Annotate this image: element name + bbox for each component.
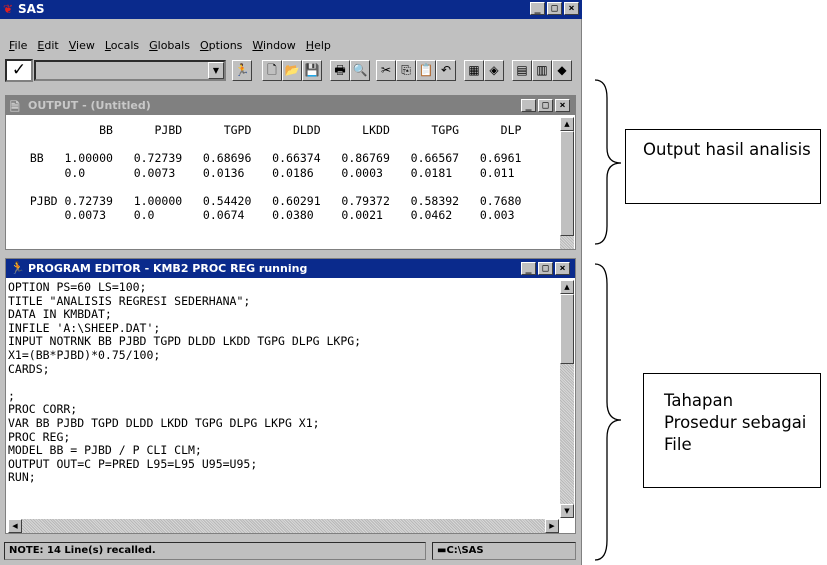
output-window-controls: _ □ × <box>521 99 570 112</box>
toolbar: ✓ ▼ 🏃 🗋 📂 💾 🖶 🔍 ✂ ⎘ 📋 ↶ ▦ ◈ ▤ ▥ ◆ <box>0 56 582 86</box>
code-line[interactable]: X1=(BB*PJBD)*0.75/100; <box>8 348 361 363</box>
code-line[interactable]: PROC REG; <box>8 430 361 445</box>
code-line[interactable]: TITLE "ANALISIS REGRESI SEDERHANA"; <box>8 294 361 309</box>
output-title-bar: 🗎 OUTPUT - (Untitled) _ □ × <box>6 96 575 115</box>
code-line[interactable]: MODEL BB = PJBD / P CLI CLM; <box>8 444 361 458</box>
log-icon[interactable]: ▤ <box>512 60 532 81</box>
output-window: 🗎 OUTPUT - (Untitled) _ □ × BB PJBD TGPD… <box>5 95 576 250</box>
status-message: NOTE: 14 Line(s) recalled. <box>4 542 426 560</box>
sas-logo-icon: ❦ <box>3 2 14 16</box>
code-line[interactable]: ; <box>8 389 361 404</box>
code-line[interactable]: INFILE 'A:\SHEEP.DAT'; <box>8 321 361 336</box>
window-controls: _ □ × <box>530 2 579 15</box>
editor-brace <box>594 263 622 561</box>
libraries-icon[interactable]: ◈ <box>484 60 504 81</box>
title-bar: ❦ SAS _ □ × <box>0 0 582 19</box>
code-line[interactable]: VAR BB PJBD TGPD DLDD LKDD TGPG DLPG LKP… <box>8 416 361 431</box>
menu-globals[interactable]: Globals <box>144 37 195 55</box>
editor-scroll-thumb[interactable] <box>560 294 574 364</box>
output-title: OUTPUT - (Untitled) <box>28 99 151 112</box>
app-title: SAS <box>18 2 45 16</box>
document-icon: 🗎 <box>10 100 20 114</box>
output-maximize-button[interactable]: □ <box>538 99 553 112</box>
status-bar: NOTE: 14 Line(s) recalled. ▬C:\SAS <box>0 540 582 562</box>
cut-icon[interactable]: ✂ <box>376 60 396 81</box>
code-line[interactable]: INPUT NOTRNK BB PJBD TGPD DLDD LKDD TGPG… <box>8 335 361 349</box>
editor-vertical-scrollbar[interactable]: ▲ ▼ <box>560 280 574 518</box>
status-path: ▬C:\SAS <box>432 542 576 560</box>
menu-options[interactable]: Options <box>195 37 247 55</box>
code-line[interactable]: OUTPUT OUT=C P=PRED L95=L95 U95=U95; <box>8 457 361 472</box>
sas-explorer-icon[interactable]: ▦ <box>464 60 484 81</box>
print-preview-icon[interactable]: 🔍 <box>350 60 370 81</box>
run-icon[interactable]: 🏃 <box>232 60 252 81</box>
close-button[interactable]: × <box>564 2 579 15</box>
minimize-button[interactable]: _ <box>530 2 545 15</box>
editor-title-bar: 🏃 PROGRAM EDITOR - KMB2 PROC REG running… <box>6 259 575 278</box>
paste-icon[interactable]: 📋 <box>416 60 436 81</box>
scroll-up-icon[interactable]: ▲ <box>560 117 574 131</box>
editor-title: PROGRAM EDITOR - KMB2 PROC REG running <box>28 262 308 275</box>
menu-edit[interactable]: Edit <box>32 37 63 55</box>
annotation-editor: Tahapan Prosedur sebagai File <box>643 373 821 488</box>
maximize-button[interactable]: □ <box>547 2 562 15</box>
undo-icon[interactable]: ↶ <box>436 60 456 81</box>
menu-bar: File Edit View Locals Globals Options Wi… <box>0 37 582 55</box>
program-code[interactable]: OPTION PS=60 LS=100; TITLE "ANALISIS REGR… <box>8 280 361 485</box>
program-editor-window: 🏃 PROGRAM EDITOR - KMB2 PROC REG running… <box>5 258 576 534</box>
copy-icon[interactable]: ⎘ <box>396 60 416 81</box>
help-icon[interactable]: ◆ <box>552 60 572 81</box>
code-line[interactable]: PROC CORR; <box>8 403 361 417</box>
annotation-output: Output hasil analisis <box>625 129 821 204</box>
menu-help[interactable]: Help <box>301 37 336 55</box>
open-icon[interactable]: 📂 <box>282 60 302 81</box>
editor-window-controls: _ □ × <box>521 262 570 275</box>
menu-window[interactable]: Window <box>247 37 300 55</box>
menu-locals[interactable]: Locals <box>100 37 144 55</box>
editor-close-button[interactable]: × <box>555 262 570 275</box>
chevron-down-icon[interactable]: ▼ <box>208 62 224 79</box>
editor-minimize-button[interactable]: _ <box>521 262 536 275</box>
print-icon[interactable]: 🖶 <box>330 60 350 81</box>
command-box[interactable]: ▼ <box>34 60 226 81</box>
output-scrollbar[interactable]: ▲ <box>560 117 574 249</box>
editor-horizontal-scrollbar[interactable]: ◀ ▶ <box>8 519 559 533</box>
menu-file[interactable]: File <box>4 37 32 55</box>
code-line[interactable] <box>8 376 361 390</box>
program-icon: 🏃 <box>10 261 25 275</box>
code-line[interactable]: RUN; <box>8 471 361 485</box>
code-line[interactable]: CARDS; <box>8 362 361 377</box>
scroll-down-icon[interactable]: ▼ <box>560 504 574 518</box>
new-icon[interactable]: 🗋 <box>262 60 282 81</box>
scroll-right-icon[interactable]: ▶ <box>545 519 559 533</box>
output-text: BB PJBD TGPD DLDD LKDD TGPG DLP BB 1.000… <box>29 123 522 223</box>
save-icon[interactable]: 💾 <box>302 60 322 81</box>
status-path-text: C:\SAS <box>446 545 484 556</box>
output-close-button[interactable]: × <box>555 99 570 112</box>
scroll-left-icon[interactable]: ◀ <box>8 519 22 533</box>
code-line[interactable]: DATA IN KMBDAT; <box>8 308 361 322</box>
menu-view[interactable]: View <box>64 37 100 55</box>
output-scroll-thumb[interactable] <box>560 131 574 236</box>
scroll-up-icon[interactable]: ▲ <box>560 280 574 294</box>
command-check-button[interactable]: ✓ <box>5 59 33 82</box>
editor-maximize-button[interactable]: □ <box>538 262 553 275</box>
output-icon[interactable]: ▥ <box>532 60 552 81</box>
output-minimize-button[interactable]: _ <box>521 99 536 112</box>
code-line[interactable]: OPTION PS=60 LS=100; <box>8 280 361 295</box>
sas-application-window: ❦ SAS _ □ × File Edit View Locals Global… <box>0 0 582 565</box>
